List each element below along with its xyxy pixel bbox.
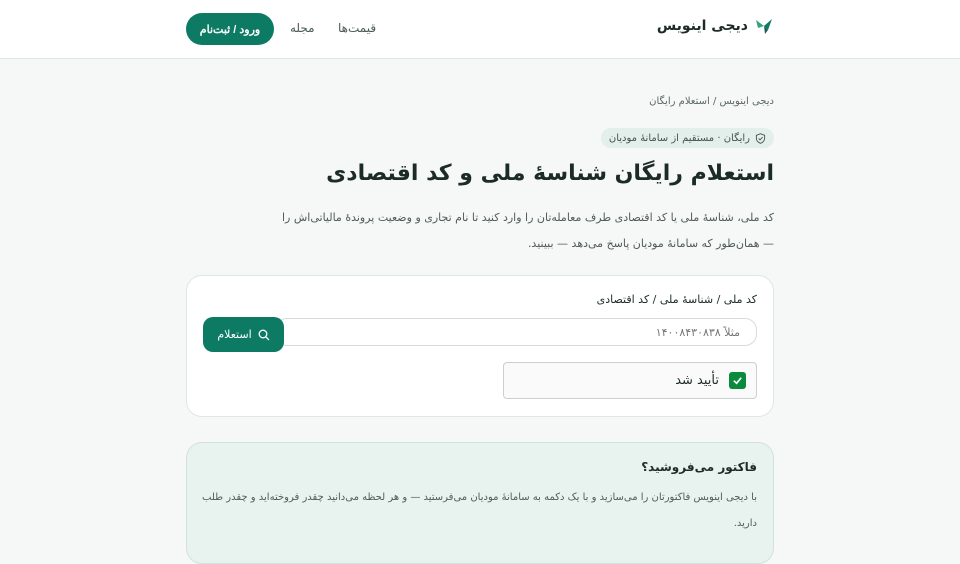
- page-description: کد ملی، شناسهٔ ملی یا کد اقتصادی طرف معا…: [281, 211, 774, 250]
- checkmark-icon: [733, 377, 742, 385]
- brand-name: دیجی اینویس: [656, 18, 748, 34]
- badge-text: رایگان · مستقیم از سامانهٔ مودیان: [608, 132, 750, 144]
- nav-magazine-link[interactable]: مجله: [290, 21, 315, 35]
- free-badge: رایگان · مستقیم از سامانهٔ مودیان: [600, 128, 774, 148]
- logo-icon: [756, 19, 772, 34]
- inquiry-button[interactable]: استعلام: [203, 317, 284, 352]
- captcha-checkbox[interactable]: [729, 372, 746, 389]
- promo-card: فاکتور می‌فروشید؟ با دیجی اینویس فاکتورت…: [186, 442, 774, 564]
- promo-title: فاکتور می‌فروشید؟: [641, 460, 757, 474]
- nav-pricing-link[interactable]: قیمت‌ها: [338, 21, 376, 35]
- shield-check-icon: [755, 132, 766, 144]
- site-header: دیجی اینویس قیمت‌ها مجله ورود / ثبت‌نام: [0, 0, 960, 59]
- captcha-widget[interactable]: تأیید شد: [503, 362, 757, 399]
- id-search-input[interactable]: [275, 318, 757, 346]
- login-register-button[interactable]: ورود / ثبت‌نام: [186, 13, 274, 45]
- brand[interactable]: دیجی اینویس: [657, 16, 774, 36]
- captcha-status: تأیید شد: [675, 373, 719, 388]
- promo-text: با دیجی اینویس فاکتورتان را می‌سازید و ب…: [202, 492, 757, 529]
- search-icon: [258, 329, 270, 340]
- inquiry-button-label: استعلام: [217, 328, 252, 341]
- id-field-label: کد ملی / شناسهٔ ملی / کد اقتصادی: [596, 293, 757, 306]
- page-title: استعلام رایگان شناسهٔ ملی و کد اقتصادی: [326, 161, 774, 186]
- inquiry-form-card: کد ملی / شناسهٔ ملی / کد اقتصادی استعلام…: [186, 275, 774, 417]
- breadcrumb: دیجی اینویس / استعلام رایگان: [649, 96, 774, 107]
